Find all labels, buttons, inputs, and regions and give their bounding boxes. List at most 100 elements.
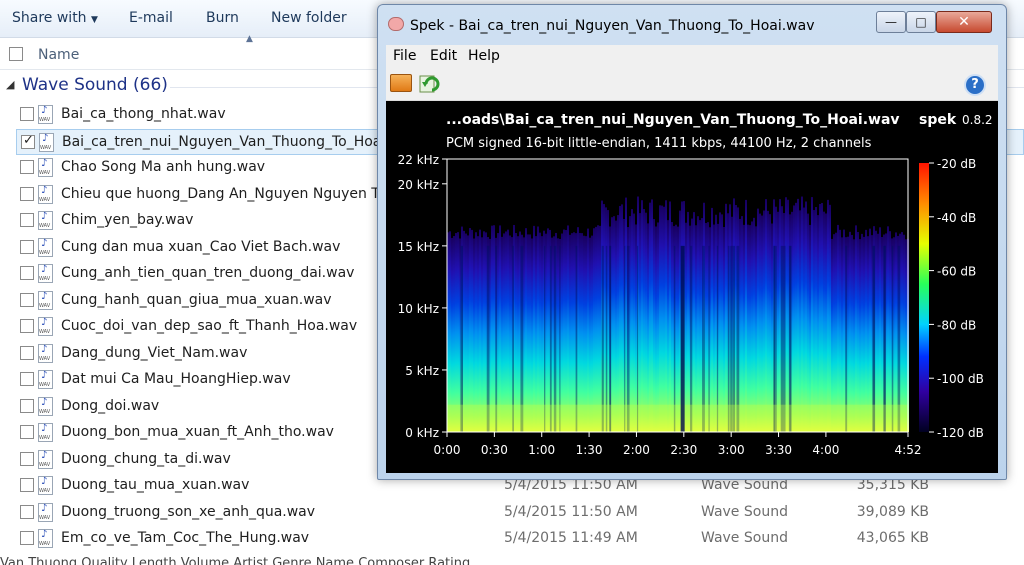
spectrogram-column xyxy=(723,226,725,432)
spectrogram-column xyxy=(533,225,535,432)
spectrogram-column xyxy=(705,223,707,432)
file-row[interactable]: Em_co_ve_Tam_Coc_The_Hung.wav 5/4/2015 11… xyxy=(16,526,1024,552)
spectrogram-streak xyxy=(730,245,733,432)
spectrogram-column xyxy=(839,229,841,432)
wav-file-icon xyxy=(38,476,53,495)
spectrogram-column xyxy=(861,233,863,432)
share-with-button[interactable]: Share with ▼ xyxy=(12,10,98,26)
spectrogram-column xyxy=(525,228,527,432)
column-name-header[interactable]: Name xyxy=(38,47,79,63)
spectrogram-streak xyxy=(873,245,876,432)
spectrogram-column xyxy=(859,239,861,432)
spectrogram-column xyxy=(477,236,479,432)
spectrogram-streak xyxy=(636,245,639,432)
spectrogram-column xyxy=(455,233,457,432)
spectrogram-streak xyxy=(575,245,578,432)
db-tick-label: -60 dB xyxy=(937,265,976,279)
menu-help[interactable]: Help xyxy=(468,48,500,64)
spectrogram-column xyxy=(849,231,851,432)
file-name: Duong_truong_son_xe_anh_qua.wav xyxy=(61,503,316,520)
file-name: Bai_ca_tren_nui_Nguyen_Van_Thuong_To_Hoa… xyxy=(62,133,419,150)
spectrogram-streak xyxy=(702,245,705,432)
file-name: Cung_anh_tien_quan_tren_duong_dai.wav xyxy=(61,265,355,281)
file-row[interactable]: Duong_truong_son_xe_anh_qua.wav 5/4/2015 … xyxy=(16,500,1024,526)
row-checkbox[interactable] xyxy=(20,504,34,519)
spectrogram-streak xyxy=(624,245,626,432)
spectrogram-streak xyxy=(883,245,886,432)
spek-titlebar[interactable]: Spek - Bai_ca_tren_nui_Nguyen_Van_Thuong… xyxy=(378,5,1006,39)
spek-version: 0.8.2 xyxy=(962,113,993,127)
row-checkbox[interactable] xyxy=(20,372,34,386)
menu-file[interactable]: File xyxy=(393,48,416,64)
select-all-checkbox[interactable] xyxy=(9,47,23,61)
spectrogram-column xyxy=(465,233,467,432)
row-checkbox[interactable] xyxy=(20,160,34,174)
reload-icon[interactable] xyxy=(418,72,440,94)
db-color-scale xyxy=(919,163,929,432)
row-checkbox[interactable] xyxy=(20,239,34,254)
spectrogram-column xyxy=(815,207,817,432)
spectrogram-column xyxy=(497,233,499,432)
spectrogram-column xyxy=(799,210,801,432)
row-checkbox[interactable] xyxy=(20,107,34,121)
spectrogram-streak xyxy=(559,245,561,432)
row-checkbox[interactable] xyxy=(21,133,35,149)
maximize-icon: □ xyxy=(915,15,927,29)
spectrogram-column xyxy=(805,201,807,432)
collapse-triangle-icon[interactable]: ◢ xyxy=(6,78,14,91)
new-folder-button[interactable]: New folder xyxy=(271,10,347,26)
row-checkbox[interactable] xyxy=(20,186,34,201)
spectrogram-column xyxy=(563,229,565,432)
spectrogram-column xyxy=(471,229,473,432)
spectrogram-column xyxy=(695,225,697,432)
spectrogram-column xyxy=(535,236,537,432)
spectrogram-column xyxy=(645,212,647,432)
spectrogram-streak xyxy=(520,245,524,432)
burn-button[interactable]: Burn xyxy=(206,10,239,26)
spek-toolbar: ? xyxy=(386,67,998,101)
row-checkbox[interactable] xyxy=(20,213,34,227)
row-checkbox[interactable] xyxy=(20,478,34,492)
spectrogram-column xyxy=(611,217,613,432)
row-checkbox[interactable] xyxy=(20,266,34,280)
row-checkbox[interactable] xyxy=(20,319,34,333)
spectrogram-column xyxy=(807,213,809,432)
spectrogram-column xyxy=(877,233,879,432)
spectrogram-column xyxy=(621,204,623,432)
spectrogram-column xyxy=(527,234,529,432)
row-checkbox[interactable] xyxy=(20,425,34,439)
spectrogram-streak xyxy=(626,245,630,432)
spectrogram-column xyxy=(811,197,813,432)
close-button[interactable]: ✕ xyxy=(936,11,992,33)
spectrogram-streak xyxy=(782,245,786,432)
row-checkbox[interactable] xyxy=(20,451,34,466)
wav-file-icon xyxy=(39,132,54,152)
spectrogram-column xyxy=(687,211,689,432)
spectrogram-column xyxy=(865,229,867,432)
help-icon[interactable]: ? xyxy=(964,74,986,96)
wav-file-icon xyxy=(38,423,53,442)
spectrogram-column xyxy=(507,229,509,432)
wav-file-icon xyxy=(38,105,53,124)
row-checkbox[interactable] xyxy=(20,531,34,545)
open-folder-icon[interactable] xyxy=(390,74,412,92)
time-tick-label: 0:00 xyxy=(434,443,461,457)
spectrogram-column xyxy=(547,228,549,432)
row-checkbox[interactable] xyxy=(20,345,34,360)
freq-tick-label: 22 kHz xyxy=(398,153,439,167)
email-button[interactable]: E-mail xyxy=(129,10,173,26)
minimize-icon: — xyxy=(885,15,897,29)
spectrogram-column xyxy=(569,234,571,432)
file-name: Bai_ca_thong_nhat.wav xyxy=(61,106,226,122)
minimize-button[interactable]: — xyxy=(876,11,906,33)
maximize-button[interactable]: □ xyxy=(906,11,936,33)
spectrogram-column xyxy=(529,234,531,432)
spectrogram-column xyxy=(715,214,717,432)
spectrogram-column xyxy=(771,223,773,432)
row-checkbox[interactable] xyxy=(20,292,34,307)
menu-edit[interactable]: Edit xyxy=(430,48,457,64)
time-tick-label: 0:30 xyxy=(481,443,508,457)
time-tick-label: 1:00 xyxy=(528,443,555,457)
row-checkbox[interactable] xyxy=(20,398,34,413)
spectrogram-column xyxy=(651,199,653,432)
